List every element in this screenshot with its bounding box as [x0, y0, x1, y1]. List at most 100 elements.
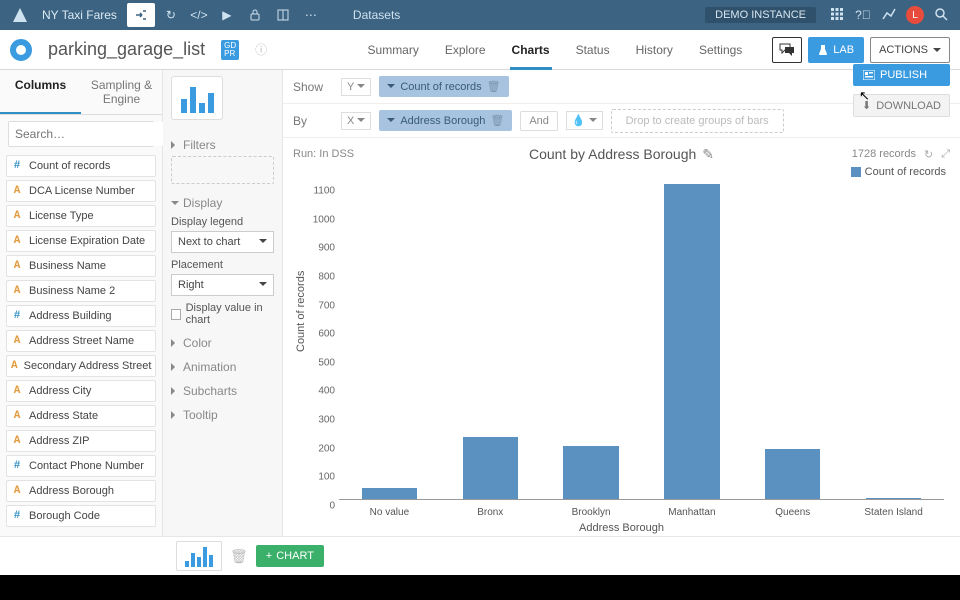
bar[interactable]	[765, 449, 820, 499]
animation-section[interactable]: Animation	[171, 360, 274, 374]
tab-status[interactable]: Status	[574, 30, 612, 70]
app-logo-icon[interactable]	[12, 7, 28, 23]
column-item[interactable]: AAddress ZIP	[6, 430, 156, 452]
x-axis-selector[interactable]: X	[341, 112, 371, 130]
column-name: Address Borough	[29, 485, 114, 497]
column-name: Secondary Address Street Name	[24, 360, 156, 372]
y-measure-pill[interactable]: Count of records 🗑	[379, 76, 508, 97]
discuss-icon[interactable]	[772, 37, 802, 63]
text-type-icon: A	[11, 285, 23, 297]
x-dimension-pill[interactable]: Address Borough 🗑	[379, 110, 512, 131]
column-item[interactable]: #Count of records	[6, 155, 156, 177]
color-drop-icon[interactable]: 💧	[566, 111, 603, 130]
add-chart-button[interactable]: + CHART	[256, 545, 324, 567]
x-tick: Queens	[775, 507, 810, 518]
info-icon[interactable]: ⓘ	[255, 41, 267, 58]
tab-explore[interactable]: Explore	[443, 30, 488, 70]
code-icon[interactable]: </>	[185, 0, 213, 30]
remove-dimension-icon[interactable]: 🗑	[490, 114, 504, 127]
refresh-icon[interactable]: ↻	[157, 0, 185, 30]
apps-icon[interactable]	[824, 7, 850, 24]
avatar[interactable]: L	[906, 6, 924, 24]
bar[interactable]	[866, 498, 921, 499]
bar[interactable]	[362, 488, 417, 499]
run-location-label: Run: In DSS	[293, 148, 354, 160]
column-name: Address Building	[29, 310, 112, 322]
left-tab-columns[interactable]: Columns	[0, 70, 81, 114]
x-tick: Staten Island	[864, 507, 922, 518]
column-item[interactable]: AAddress Borough	[6, 480, 156, 502]
remove-measure-icon[interactable]: 🗑	[487, 80, 501, 93]
tab-summary[interactable]: Summary	[366, 30, 421, 70]
publish-button[interactable]: PUBLISH	[853, 64, 950, 86]
column-item[interactable]: AAddress City	[6, 380, 156, 402]
activity-icon[interactable]	[876, 7, 902, 24]
expand-chart-icon[interactable]: ⤢	[941, 148, 950, 161]
column-item[interactable]: ASecondary Address Street Name	[6, 355, 156, 377]
color-section[interactable]: Color	[171, 336, 274, 350]
chart-plot: Count of records Address Borough 0100200…	[293, 180, 950, 536]
x-tick: Manhattan	[668, 507, 715, 518]
column-name: Address City	[29, 385, 91, 397]
left-panel-tabs: Columns Sampling & Engine	[0, 70, 162, 115]
column-item[interactable]: ALicense Expiration Date	[6, 230, 156, 252]
column-item[interactable]: ABusiness Name	[6, 255, 156, 277]
chart-type-thumbnail[interactable]	[171, 76, 223, 120]
top-navbar: NY Taxi Fares ↻ </> ▶ ⋯ Datasets DEMO IN…	[0, 0, 960, 30]
column-item[interactable]: ADCA License Number	[6, 180, 156, 202]
column-item[interactable]: #Contact Phone Number	[6, 455, 156, 477]
filters-section[interactable]: Filters	[171, 138, 274, 152]
column-item[interactable]: ALicense Type	[6, 205, 156, 227]
tab-charts[interactable]: Charts	[510, 30, 552, 70]
lock-icon[interactable]	[241, 0, 269, 30]
bar[interactable]	[664, 184, 719, 499]
column-item[interactable]: AAddress State	[6, 405, 156, 427]
chart-tabs-footer: 🗑 + CHART	[0, 536, 960, 575]
search-icon[interactable]	[928, 7, 954, 24]
bar[interactable]	[463, 437, 518, 499]
refresh-chart-icon[interactable]: ↻	[924, 148, 933, 161]
column-search-input[interactable]	[9, 122, 176, 146]
x-tick: Bronx	[477, 507, 503, 518]
more-icon[interactable]: ⋯	[297, 0, 325, 30]
placement-label: Placement	[171, 259, 274, 271]
show-label: Show	[293, 80, 333, 94]
tab-history[interactable]: History	[634, 30, 675, 70]
column-name: Address ZIP	[29, 435, 90, 447]
play-icon[interactable]: ▶	[213, 0, 241, 30]
column-item[interactable]: #Address Building	[6, 305, 156, 327]
help-icon[interactable]: ?⃝	[850, 8, 876, 22]
subcharts-section[interactable]: Subcharts	[171, 384, 274, 398]
dataset-header: parking_garage_list GDPR ⓘ Summary Explo…	[0, 30, 960, 70]
left-tab-sampling[interactable]: Sampling & Engine	[81, 70, 162, 114]
filters-dropzone[interactable]	[171, 156, 274, 184]
lab-button[interactable]: LAB	[808, 37, 864, 63]
columns-panel: Columns Sampling & Engine 🔍 #Count of re…	[0, 70, 163, 536]
column-item[interactable]: ABusiness Name 2	[6, 280, 156, 302]
edit-title-icon[interactable]: ✎	[702, 146, 714, 163]
tooltip-section[interactable]: Tooltip	[171, 408, 274, 422]
delete-chart-icon[interactable]: 🗑	[230, 548, 248, 565]
text-type-icon: A	[11, 410, 23, 422]
breadcrumb[interactable]: Datasets	[353, 8, 400, 22]
chart-thumbnail[interactable]	[176, 541, 222, 571]
bar[interactable]	[563, 446, 618, 499]
column-item[interactable]: #Borough Code	[6, 505, 156, 527]
y-axis-selector[interactable]: Y	[341, 78, 371, 96]
dashboard-icon[interactable]	[269, 0, 297, 30]
column-list: #Count of records ADCA License Number ALic…	[0, 153, 162, 532]
y-tick: 200	[311, 443, 335, 454]
placement-select[interactable]: Right	[171, 274, 274, 296]
display-section[interactable]: Display	[171, 196, 274, 210]
tab-settings[interactable]: Settings	[697, 30, 744, 70]
display-value-checkbox[interactable]: Display value in chart	[171, 302, 274, 326]
by-config-row: By X Address Borough 🗑 And 💧 Drop to cre…	[283, 104, 960, 138]
actions-button[interactable]: ACTIONS	[870, 37, 950, 63]
text-type-icon: A	[11, 210, 23, 222]
column-search[interactable]: 🔍	[8, 121, 154, 147]
legend-mode-select[interactable]: Next to chart	[171, 231, 274, 253]
flow-icon[interactable]	[127, 3, 155, 27]
group-dropzone[interactable]: Drop to create groups of bars	[611, 109, 784, 133]
project-name[interactable]: NY Taxi Fares	[34, 8, 125, 22]
column-item[interactable]: AAddress Street Name	[6, 330, 156, 352]
